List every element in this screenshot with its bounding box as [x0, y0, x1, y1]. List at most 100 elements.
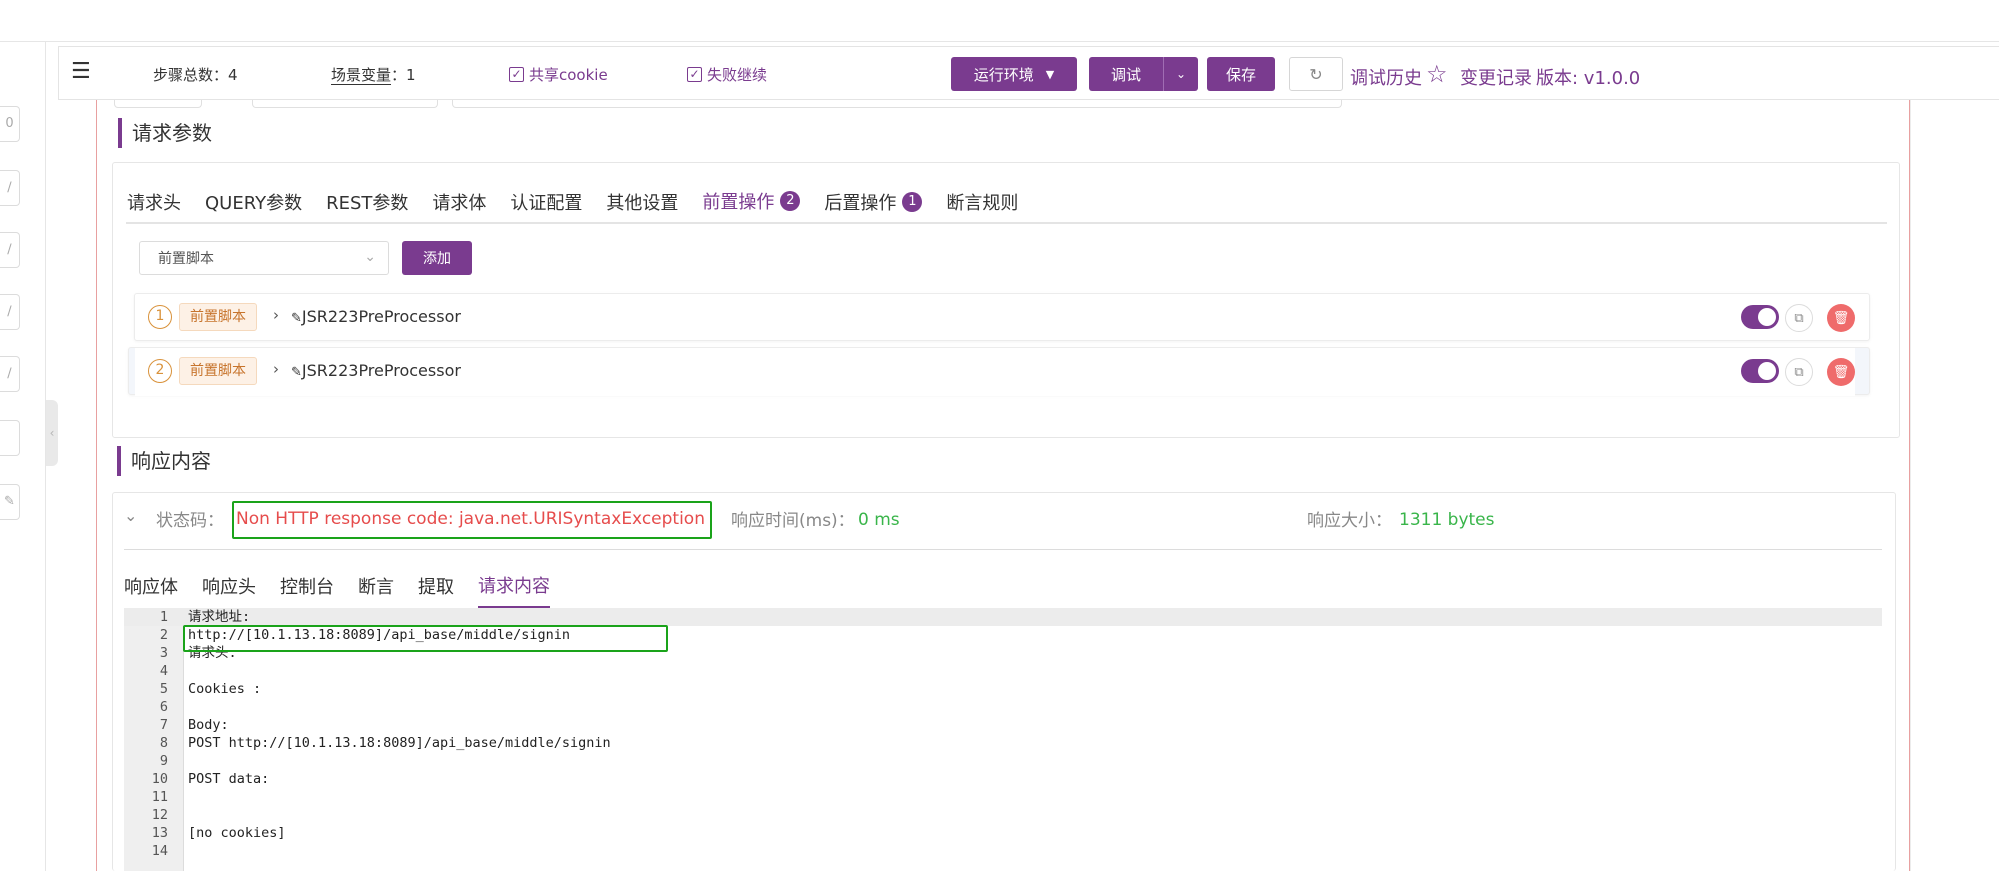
processor-name[interactable]: ✎JSR223PreProcessor — [291, 361, 461, 380]
processor-index: 1 — [148, 305, 172, 329]
processor-name[interactable]: ✎JSR223PreProcessor — [291, 307, 461, 326]
pre-operation-type-select[interactable]: 前置脚本 ⌄ — [139, 241, 389, 275]
line-text: Cookies : — [188, 681, 262, 697]
line-text: [no cookies] — [188, 825, 286, 841]
pen-icon[interactable]: ✎ — [291, 311, 302, 326]
menu-icon[interactable]: ☰ — [71, 60, 91, 84]
tab-request-content[interactable]: 请求内容 — [478, 572, 550, 608]
code-line: 14 — [124, 842, 1882, 860]
chevron-right-icon[interactable]: › — [273, 360, 279, 378]
tab-pre-operations[interactable]: 前置操作 2 — [702, 188, 801, 224]
tab-label: 其他设置 — [606, 193, 679, 214]
star-icon[interactable]: ☆ — [1426, 60, 1448, 88]
strip-box-7[interactable]: ✎ — [0, 484, 20, 520]
scene-variables-label[interactable]: 场景变量 — [331, 66, 392, 85]
response-tabs: 响应体 响应头 控制台 断言 提取 请求内容 — [124, 572, 550, 608]
line-text: Body: — [188, 717, 229, 733]
toggle-knob — [1758, 308, 1776, 326]
line-text: POST http://[10.1.13.18:8089]/api_base/m… — [188, 735, 611, 751]
code-line: 1 请求地址: — [124, 608, 1882, 626]
strip-box-1[interactable]: 0 — [0, 106, 20, 142]
delete-icon[interactable]: 🗑 — [1827, 358, 1855, 386]
checkbox-checked-icon[interactable]: ✓ — [687, 67, 702, 82]
processor-index: 2 — [148, 359, 172, 383]
tab-label: REST参数 — [326, 193, 409, 214]
fail-continue-label: 失败继续 — [707, 66, 768, 84]
processor-name-text: JSR223PreProcessor — [301, 361, 461, 380]
processor-type-tag: 前置脚本 — [179, 357, 257, 385]
response-time-value: 0 ms — [858, 510, 900, 530]
tab-label: 后置操作 — [824, 193, 897, 214]
strip-box-2[interactable]: ∕ — [0, 170, 20, 206]
chevron-right-icon[interactable]: › — [273, 306, 279, 324]
tab-label: 请求头 — [127, 193, 181, 214]
top-bar — [0, 0, 1999, 42]
tab-query-params[interactable]: QUERY参数 — [205, 188, 302, 224]
edit-icon: ∕ — [7, 366, 12, 381]
request-params-title: 请求参数 — [118, 118, 212, 148]
scenario-header: ☰ 步骤总数：4 场景变量：1 ✓ 共享cookie ✓ 失败继续 运行环境 ▼… — [58, 46, 1999, 100]
tab-request-body[interactable]: 请求体 — [432, 188, 486, 224]
copy-icon[interactable]: ⧉ — [1785, 304, 1813, 332]
chevron-left-icon: ‹ — [49, 426, 55, 440]
pen-icon[interactable]: ✎ — [291, 365, 302, 380]
tab-other-settings[interactable]: 其他设置 — [606, 188, 678, 224]
delete-icon[interactable]: 🗑 — [1827, 304, 1855, 332]
processor-row[interactable]: 1 前置脚本 › ✎JSR223PreProcessor ⧉ 🗑 — [134, 293, 1870, 341]
chevron-down-icon[interactable]: ⌄ — [1164, 57, 1198, 91]
line-number: 7 — [159, 717, 168, 733]
tab-rest-params[interactable]: REST参数 — [326, 188, 408, 224]
processor-row[interactable]: 2 前置脚本 › ✎JSR223PreProcessor ⧉ 🗑 — [128, 347, 1870, 396]
line-text: POST data: — [188, 771, 270, 787]
tab-label: QUERY参数 — [205, 193, 303, 214]
add-button[interactable]: 添加 — [402, 241, 472, 275]
enable-toggle[interactable] — [1741, 359, 1779, 383]
strip-box-3[interactable]: ∕ — [0, 232, 20, 268]
save-button[interactable]: 保存 — [1207, 57, 1275, 91]
copy-icon[interactable]: ⧉ — [1785, 358, 1813, 386]
edit-icon: ∕ — [7, 242, 12, 257]
tab-label: 断言 — [358, 577, 394, 598]
line-number: 12 — [151, 807, 168, 823]
code-line: 12 — [124, 806, 1882, 824]
chevron-down-icon[interactable]: ⌄ — [124, 506, 137, 525]
code-line: 7 Body: — [124, 716, 1882, 734]
response-size-label: 响应大小： — [1307, 511, 1392, 531]
response-time-label: 响应时间(ms)： — [731, 511, 855, 531]
strip-box-5[interactable]: ∕ — [0, 356, 20, 392]
collapse-handle[interactable]: ‹ — [46, 400, 58, 466]
run-environment-button[interactable]: 运行环境 ▼ — [951, 57, 1077, 91]
edit-icon: ∕ — [7, 304, 12, 319]
tab-request-headers[interactable]: 请求头 — [127, 188, 181, 224]
line-number: 14 — [151, 843, 168, 859]
line-number: 3 — [159, 645, 168, 661]
share-cookie-checkbox[interactable]: ✓ 共享cookie — [509, 64, 608, 85]
debug-button[interactable]: 调试 — [1089, 57, 1165, 91]
checkbox-checked-icon[interactable]: ✓ — [509, 67, 524, 82]
tab-console[interactable]: 控制台 — [280, 572, 334, 608]
debug-history-link[interactable]: 调试历史 — [1350, 64, 1422, 90]
tab-post-operations[interactable]: 后置操作 1 — [824, 188, 923, 224]
change-log-link[interactable]: 变更记录 — [1460, 64, 1532, 90]
line-number: 2 — [159, 627, 168, 643]
chevron-down-icon: ⌄ — [364, 249, 376, 265]
ghost-field-2 — [252, 100, 438, 108]
line-number: 6 — [159, 699, 168, 715]
debug-split-button[interactable]: 调试 ⌄ — [1089, 57, 1199, 91]
scene-variables[interactable]: 场景变量：1 — [331, 64, 416, 85]
tab-assertions[interactable]: 断言 — [358, 572, 394, 608]
refresh-button[interactable]: ↻ — [1289, 57, 1343, 91]
response-size-value: 1311 bytes — [1399, 510, 1495, 530]
steps-total: 步骤总数：4 — [153, 64, 238, 85]
tab-response-headers[interactable]: 响应头 — [202, 572, 256, 608]
fail-continue-checkbox[interactable]: ✓ 失败继续 — [687, 64, 767, 85]
strip-box-4[interactable]: ∕ — [0, 294, 20, 330]
tab-assertion-rules[interactable]: 断言规则 — [946, 188, 1018, 224]
tab-extract[interactable]: 提取 — [418, 572, 454, 608]
tab-response-body[interactable]: 响应体 — [124, 572, 178, 608]
tab-auth-config[interactable]: 认证配置 — [510, 188, 582, 224]
enable-toggle[interactable] — [1741, 305, 1779, 329]
scene-variables-value: 1 — [406, 66, 416, 84]
strip-box-6[interactable] — [0, 420, 20, 456]
line-number: 11 — [151, 789, 168, 805]
